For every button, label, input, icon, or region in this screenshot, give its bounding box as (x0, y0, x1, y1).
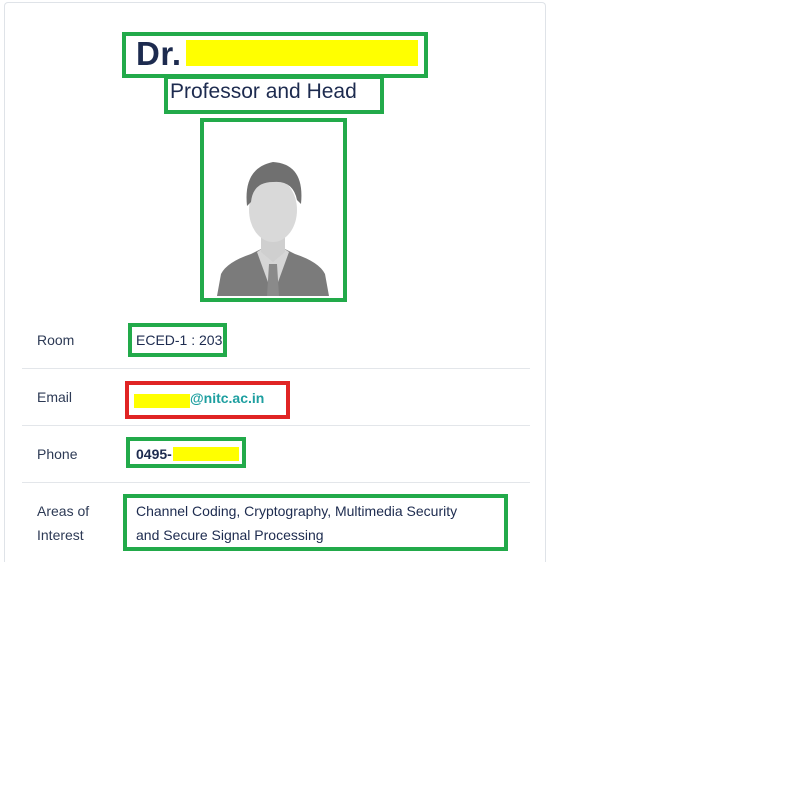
interest-label-line1: Areas of (37, 503, 90, 519)
email-label: Email (37, 389, 73, 405)
room-label: Room (37, 332, 75, 348)
phone-label: Phone (37, 446, 78, 462)
designation-annotation-box (164, 75, 384, 114)
row-divider (22, 368, 530, 369)
interest-annotation-box (123, 494, 508, 551)
phone-annotation-box (126, 437, 246, 468)
interest-label-line2: Interest (37, 527, 84, 543)
email-annotation-box (125, 381, 290, 419)
row-divider (22, 425, 530, 426)
name-annotation-box (122, 32, 428, 78)
room-annotation-box (128, 323, 227, 357)
row-divider (22, 482, 530, 483)
photo-annotation-box (200, 118, 347, 302)
